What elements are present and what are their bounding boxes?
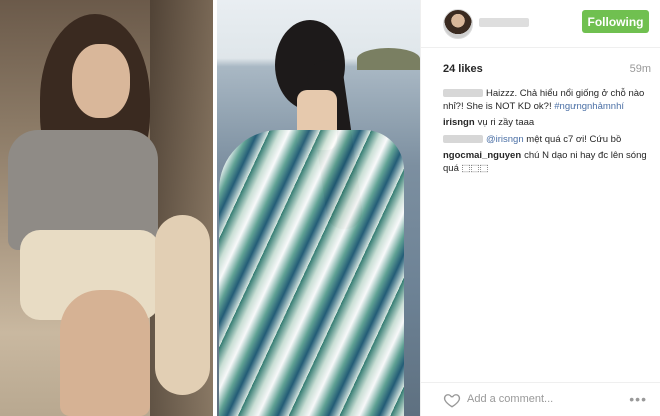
photo-poodle bbox=[155, 215, 210, 395]
username-redacted[interactable] bbox=[443, 134, 483, 143]
add-comment-input[interactable]: Add a comment... bbox=[467, 393, 553, 405]
likes-count[interactable]: 24 likes bbox=[443, 63, 483, 75]
comment-list: Haizzz. Chả hiểu nổi giống ở chỗ nào nhỉ… bbox=[443, 88, 651, 179]
comment-text: mệt quá c7 ơi! Cứu bồ bbox=[526, 133, 622, 145]
heart-icon[interactable] bbox=[443, 391, 461, 409]
comment-username[interactable]: irisngn bbox=[443, 117, 475, 128]
mention-link[interactable]: @irisngn bbox=[486, 134, 524, 145]
caption-comment: Haizzz. Chả hiểu nổi giống ở chỗ nào nhỉ… bbox=[443, 88, 651, 113]
photo-woman-with-dog bbox=[0, 0, 213, 416]
emoji-placeholder: ⬚⬚⬚ bbox=[461, 162, 489, 174]
more-options-icon[interactable]: ••• bbox=[629, 391, 647, 407]
avatar[interactable] bbox=[443, 9, 473, 39]
post-photo-collage bbox=[0, 0, 420, 416]
comment-item: irisngn vụ ri zầy taaa bbox=[443, 117, 651, 130]
photo-patterned-shirt bbox=[219, 130, 404, 416]
post-side-panel: Following 24 likes 59m Haizzz. Chả hiểu … bbox=[420, 0, 660, 416]
photo-island bbox=[357, 48, 420, 70]
comment-username[interactable]: ngocmai_nguyen bbox=[443, 150, 521, 161]
photo-leg bbox=[60, 290, 150, 416]
comment-item: ngocmai_nguyen chú N dạo ni hay đc lên só… bbox=[443, 150, 651, 175]
photo-woman-by-sea bbox=[217, 0, 420, 416]
comment-footer: Add a comment... ••• bbox=[421, 382, 660, 416]
comment-item: @irisngn mệt quá c7 ơi! Cứu bồ bbox=[443, 134, 651, 147]
username-redacted[interactable] bbox=[443, 89, 483, 97]
username-redacted[interactable] bbox=[479, 18, 529, 27]
comment-text: vụ ri zầy taaa bbox=[477, 117, 535, 128]
post-meta: 24 likes 59m bbox=[443, 63, 651, 79]
post-time[interactable]: 59m bbox=[630, 63, 651, 75]
photo-face bbox=[72, 44, 130, 118]
following-button[interactable]: Following bbox=[582, 10, 649, 33]
post-header: Following bbox=[421, 0, 660, 48]
hashtag-link[interactable]: #ngưngnhảmnhí bbox=[554, 101, 624, 112]
